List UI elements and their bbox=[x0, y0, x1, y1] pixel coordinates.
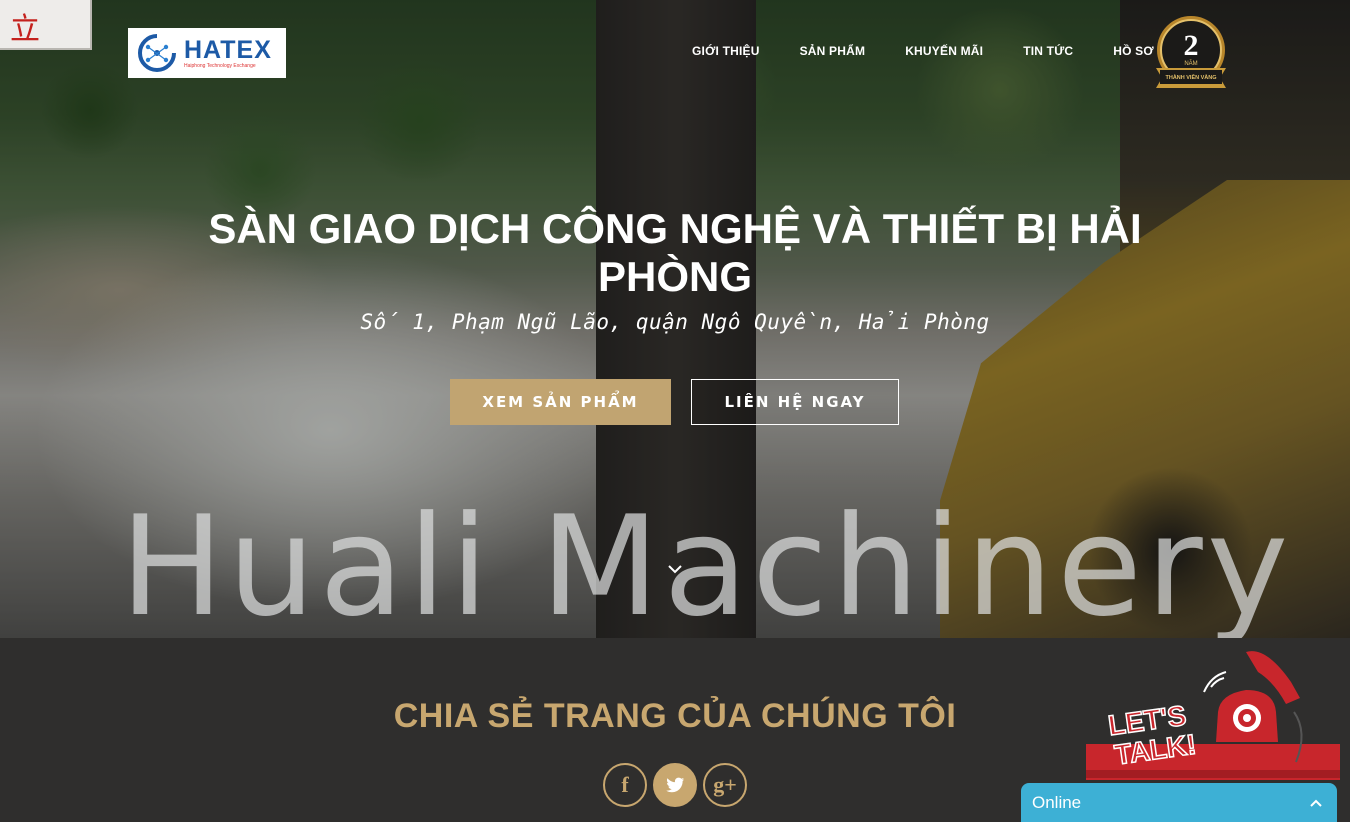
badge-caption: THÀNH VIÊN VÀNG bbox=[1165, 73, 1216, 81]
google-plus-icon: g+ bbox=[713, 772, 737, 797]
twitter-icon bbox=[666, 777, 685, 793]
chevron-up-icon[interactable] bbox=[1309, 798, 1323, 808]
google-plus-share-button[interactable]: g+ bbox=[703, 763, 747, 807]
facebook-share-button[interactable]: f bbox=[603, 763, 647, 807]
scroll-down-chevron-icon[interactable] bbox=[666, 562, 684, 576]
social-buttons: f g+ bbox=[603, 763, 747, 807]
site-logo[interactable]: HATEX Haiphong Technology Exchange bbox=[128, 28, 286, 78]
gold-member-badge: 2 NĂM THÀNH VIÊN VÀNG bbox=[1150, 12, 1232, 94]
logo-tagline: Haiphong Technology Exchange bbox=[184, 63, 256, 69]
nav-item-san-pham[interactable]: SẢN PHẨM bbox=[800, 44, 866, 58]
contact-now-button[interactable]: LIÊN HỆ NGAY bbox=[691, 379, 899, 425]
corner-sign: 立 bbox=[0, 0, 92, 50]
facebook-icon: f bbox=[621, 772, 629, 797]
logo-name: HATEX bbox=[184, 36, 272, 64]
corner-sign-text: 立 bbox=[10, 12, 40, 47]
main-nav: GIỚI THIỆU SẢN PHẨM KHUYẾN MÃI TIN TỨC H… bbox=[692, 44, 1154, 58]
nav-item-khuyen-mai[interactable]: KHUYẾN MÃI bbox=[905, 44, 983, 58]
nav-item-gioi-thieu[interactable]: GIỚI THIỆU bbox=[692, 44, 760, 58]
chat-status: Online bbox=[1032, 792, 1082, 812]
badge-years: NĂM bbox=[1184, 60, 1197, 67]
video-watermark: Huali Machinery bbox=[120, 486, 1293, 638]
twitter-share-button[interactable] bbox=[653, 763, 697, 807]
hero-title: SÀN GIAO DỊCH CÔNG NGHỆ VÀ THIẾT BỊ HẢI … bbox=[208, 205, 1142, 300]
online-chat-bar[interactable]: Online bbox=[1021, 783, 1337, 822]
nav-item-ho-so[interactable]: HỒ SƠ bbox=[1113, 44, 1154, 58]
nav-item-tin-tuc[interactable]: TIN TỨC bbox=[1023, 44, 1073, 58]
lets-talk-call-widget[interactable]: LET'S TALK! bbox=[1086, 642, 1340, 782]
hatex-logo-icon bbox=[134, 33, 180, 73]
view-products-button[interactable]: XEM SẢN PHẨM bbox=[450, 379, 671, 425]
hero-subtitle: Số 1, Phạm Ngũ Lão, quận Ngô Quyền, Hải … bbox=[360, 310, 990, 334]
badge-number: 2 bbox=[1184, 29, 1199, 62]
